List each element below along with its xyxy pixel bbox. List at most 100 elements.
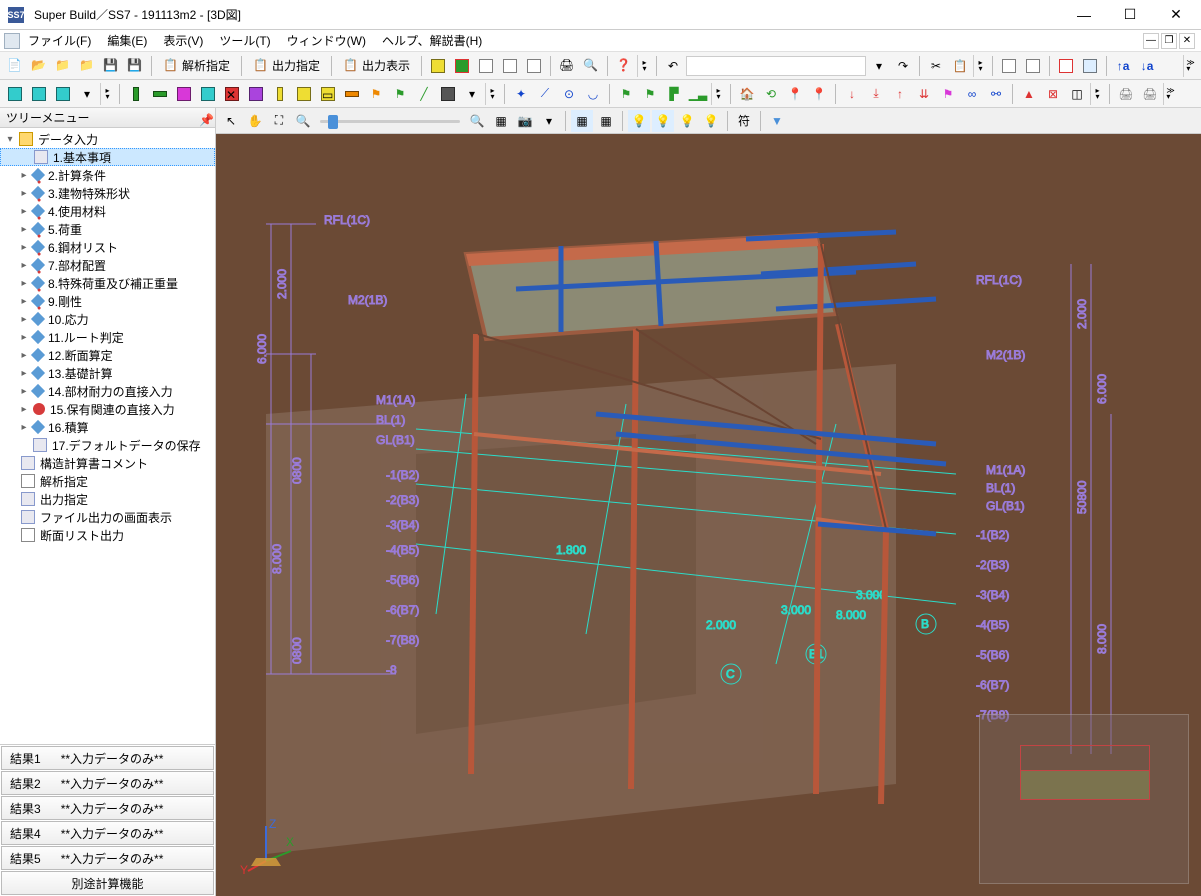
extra-calc-button[interactable]: 別途計算機能 <box>1 871 214 895</box>
flag-green3-button[interactable]: ▛ <box>663 83 685 105</box>
light3-button[interactable]: 💡 <box>676 110 698 132</box>
snap-circle-button[interactable]: ⊙ <box>558 83 580 105</box>
light1-button[interactable]: 💡 <box>628 110 650 132</box>
result-2-button[interactable]: 結果2**入力データのみ** <box>1 771 214 795</box>
save-button[interactable]: 💾 <box>100 55 122 77</box>
arrow-multi-button[interactable]: ⇊ <box>913 83 935 105</box>
cursor-button[interactable]: ↖ <box>220 110 242 132</box>
help-button[interactable]: ❓ <box>613 55 635 77</box>
arrow-up-a-button[interactable]: ↑a <box>1112 55 1134 77</box>
result-4-button[interactable]: 結果4**入力データのみ** <box>1 821 214 845</box>
zoom-button[interactable]: 🔍 <box>292 110 314 132</box>
tree-item-13[interactable]: ▸13.基礎計算 <box>0 364 215 382</box>
zoom-slider[interactable] <box>320 112 460 130</box>
toolbar2-more2[interactable]: ▸▾ <box>485 83 499 105</box>
toolbar2-overflow[interactable]: ≫▾ <box>1163 83 1177 105</box>
chain-button[interactable]: ⚯ <box>985 83 1007 105</box>
window-cascade-button[interactable] <box>1022 55 1044 77</box>
camera-drop-button[interactable]: ▾ <box>538 110 560 132</box>
el-purple-button[interactable] <box>245 83 267 105</box>
view-plan-button[interactable] <box>4 83 26 105</box>
tb-icon-5[interactable] <box>523 55 545 77</box>
el-pile-button[interactable] <box>293 83 315 105</box>
view-drop-button[interactable]: ▾ <box>76 83 98 105</box>
view-elev-button[interactable] <box>28 83 50 105</box>
toolbar2-more4[interactable]: ▸▾ <box>1090 83 1104 105</box>
menu-view[interactable]: 表示(V) <box>155 30 211 51</box>
grid-toggle-button[interactable] <box>1079 55 1101 77</box>
snap-line-button[interactable]: ⟋ <box>534 83 556 105</box>
tree-item-16[interactable]: ▸16.積算 <box>0 418 215 436</box>
result-5-button[interactable]: 結果5**入力データのみ** <box>1 846 214 870</box>
el-column-button[interactable] <box>125 83 147 105</box>
tree-extra-2[interactable]: 解析指定 <box>0 472 215 490</box>
tree-item-6[interactable]: ▸6.鋼材リスト <box>0 238 215 256</box>
toolbar1-more2[interactable]: ▸▾ <box>973 55 987 77</box>
result-3-button[interactable]: 結果3**入力データのみ** <box>1 796 214 820</box>
maximize-button[interactable]: ☐ <box>1107 0 1153 30</box>
analysis-spec-button[interactable]: 📋解析指定 <box>157 55 236 76</box>
el-brace-button[interactable]: ✕ <box>221 83 243 105</box>
tree-item-14[interactable]: ▸14.部材耐力の直接入力 <box>0 382 215 400</box>
tree-root[interactable]: ▾ データ入力 <box>0 130 215 148</box>
pin-icon[interactable]: 📌 <box>199 113 209 123</box>
tree-item-17[interactable]: 17.デフォルトデータの保存 <box>0 436 215 454</box>
pin-red-button[interactable]: 📍 <box>784 83 806 105</box>
minimize-button[interactable]: — <box>1061 0 1107 30</box>
tree-item-1[interactable]: 1.基本事項 <box>0 148 215 166</box>
cut-button[interactable]: ✂ <box>925 55 947 77</box>
arrow-dn2-button[interactable]: ⤓ <box>865 83 887 105</box>
minimap[interactable] <box>979 714 1189 884</box>
tree-item-11[interactable]: ▸11.ルート判定 <box>0 328 215 346</box>
menu-tool[interactable]: ツール(T) <box>211 30 278 51</box>
menu-window[interactable]: ウィンドウ(W) <box>279 30 374 51</box>
el-flag-button[interactable]: ⚑ <box>365 83 387 105</box>
light2-button[interactable]: 💡 <box>652 110 674 132</box>
combo-drop-button[interactable]: ▾ <box>868 55 890 77</box>
tree-extra-5[interactable]: 断面リスト出力 <box>0 526 215 544</box>
pan-button[interactable]: ✋ <box>244 110 266 132</box>
canvas-3d[interactable]: RFL(1C) M2(1B) 2.000 6.000 M1(1A) BL(1) … <box>216 134 1201 896</box>
toolbar2-more3[interactable]: ▸▾ <box>711 83 725 105</box>
tb-icon-3[interactable] <box>475 55 497 77</box>
toolbar1-overflow[interactable]: ≫▾ <box>1183 55 1197 77</box>
paste-button[interactable]: 📋 <box>949 55 971 77</box>
save-all-button[interactable]: 💾 <box>124 55 146 77</box>
print-preview-button[interactable]: 🔍 <box>580 55 602 77</box>
tree-item-15[interactable]: ▸15.保有関連の直接入力 <box>0 400 215 418</box>
el-drop-button[interactable]: ▾ <box>461 83 483 105</box>
filter-button[interactable]: ▼ <box>766 110 788 132</box>
output-spec-button[interactable]: 📋出力指定 <box>247 55 326 76</box>
tb-icon-4[interactable] <box>499 55 521 77</box>
link-button[interactable]: ∞ <box>961 83 983 105</box>
tree-item-4[interactable]: ▸4.使用材料 <box>0 202 215 220</box>
snap-arc-button[interactable]: ◡ <box>582 83 604 105</box>
view-3d-button[interactable] <box>52 83 74 105</box>
el-load-button[interactable] <box>341 83 363 105</box>
checker1-button[interactable]: ▦ <box>571 110 593 132</box>
el-beam-button[interactable] <box>149 83 171 105</box>
el-footing-button[interactable] <box>269 83 291 105</box>
tree-extra-3[interactable]: 出力指定 <box>0 490 215 508</box>
tree-item-10[interactable]: ▸10.応力 <box>0 310 215 328</box>
close-button[interactable]: ✕ <box>1153 0 1199 30</box>
warn-x-button[interactable]: ⊠ <box>1042 83 1064 105</box>
print3-button[interactable]: 🖨 <box>1139 83 1161 105</box>
flag-green2-button[interactable]: ⚑ <box>639 83 661 105</box>
tree-item-5[interactable]: ▸5.荷重 <box>0 220 215 238</box>
tree-extra-4[interactable]: ファイル出力の画面表示 <box>0 508 215 526</box>
toolbar1-more[interactable]: ▸▾ <box>637 55 651 77</box>
tree-extra-1[interactable]: 構造計算書コメント <box>0 454 215 472</box>
cube-button[interactable]: ◫ <box>1066 83 1088 105</box>
tree-item-7[interactable]: ▸7.部材配置 <box>0 256 215 274</box>
redo-button[interactable]: ↷ <box>892 55 914 77</box>
snap-point-button[interactable]: ✦ <box>510 83 532 105</box>
folder-up-button[interactable]: 📁 <box>76 55 98 77</box>
menu-edit[interactable]: 編集(E) <box>99 30 155 51</box>
tree-item-3[interactable]: ▸3.建物特殊形状 <box>0 184 215 202</box>
result-1-button[interactable]: 結果1**入力データのみ** <box>1 746 214 770</box>
flag-mag-button[interactable]: ⚑ <box>937 83 959 105</box>
home-button[interactable]: 🏠 <box>736 83 758 105</box>
orbit-button[interactable]: ⟲ <box>760 83 782 105</box>
open-file-button[interactable]: 📂 <box>28 55 50 77</box>
